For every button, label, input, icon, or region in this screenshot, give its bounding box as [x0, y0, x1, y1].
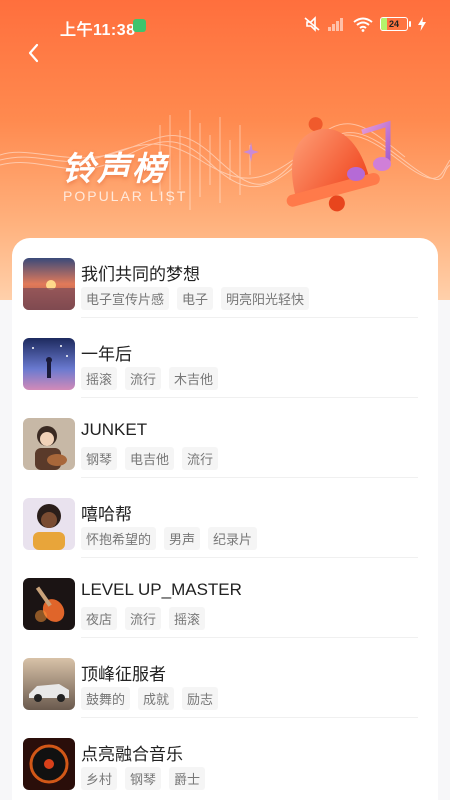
song-title: 嘻哈帮: [81, 505, 132, 524]
battery-fill: [381, 18, 388, 30]
song-title: 顶峰征服者: [81, 665, 166, 684]
song-item[interactable]: 顶峰征服者 鼓舞的 成就 励志: [23, 638, 418, 718]
song-tag: 电吉他: [125, 447, 175, 470]
song-tag: 鼓舞的: [81, 687, 131, 710]
page-subtitle: POPULAR LIST: [63, 188, 188, 204]
song-title: JUNKET: [81, 420, 148, 439]
song-tag: 怀抱希望的: [81, 527, 157, 550]
song-title: LEVEL UP_MASTER: [81, 580, 242, 599]
song-tag: 男声: [164, 527, 201, 550]
sparkle-icon: [243, 142, 259, 162]
song-tags: 乡村 钢琴 爵士: [81, 767, 206, 790]
song-tags: 摇滚 流行 木吉他: [81, 367, 219, 390]
song-tag: 木吉他: [169, 367, 219, 390]
song-tag: 流行: [125, 367, 162, 390]
song-tags: 电子宣传片感 电子 明亮阳光轻快: [81, 287, 310, 310]
back-button[interactable]: [22, 40, 46, 66]
song-cover-image: [23, 658, 75, 710]
mute-icon: [304, 16, 320, 32]
song-tag: 爵士: [169, 767, 206, 790]
song-cover-image: [23, 738, 75, 790]
song-cover-image: [23, 258, 75, 310]
song-tag: 摇滚: [169, 607, 206, 630]
status-icons: 24: [303, 16, 426, 32]
page-title: 铃声榜: [62, 150, 167, 187]
app-notification-icon: [133, 19, 146, 32]
charging-icon: [418, 17, 426, 31]
song-tag: 明亮阳光轻快: [221, 287, 310, 310]
song-tags: 夜店 流行 摇滚: [81, 607, 206, 630]
song-tag: 纪录片: [208, 527, 258, 550]
song-list: 我们共同的梦想 电子宣传片感 电子 明亮阳光轻快 一年后 摇滚 流行 木吉他 J…: [12, 238, 438, 800]
song-cover-image: [23, 578, 75, 630]
song-title: 我们共同的梦想: [81, 265, 200, 284]
song-item[interactable]: LEVEL UP_MASTER 夜店 流行 摇滚: [23, 558, 418, 638]
song-tags: 怀抱希望的 男声 纪录片: [81, 527, 258, 550]
status-time: 上午11:38: [60, 22, 136, 39]
song-item[interactable]: 我们共同的梦想 电子宣传片感 电子 明亮阳光轻快: [23, 238, 418, 318]
song-tag: 成就: [138, 687, 175, 710]
song-title: 一年后: [81, 345, 132, 364]
song-tag: 钢琴: [125, 767, 162, 790]
song-tag: 乡村: [81, 767, 118, 790]
battery-level: 24: [388, 19, 399, 29]
signal-icon: [328, 18, 343, 31]
battery-icon: 24: [380, 17, 411, 31]
song-tag: 流行: [182, 447, 219, 470]
song-tag: 流行: [125, 607, 162, 630]
song-tags: 钢琴 电吉他 流行: [81, 447, 219, 470]
chevron-left-icon: [28, 43, 39, 63]
song-tag: 励志: [182, 687, 219, 710]
song-tags: 鼓舞的 成就 励志: [81, 687, 219, 710]
status-bar: 上午11:38 24: [0, 0, 450, 52]
song-cover-image: [23, 338, 75, 390]
song-item[interactable]: JUNKET 钢琴 电吉他 流行: [23, 398, 418, 478]
song-cover-image: [23, 418, 75, 470]
song-tag: 电子: [177, 287, 214, 310]
song-item[interactable]: 一年后 摇滚 流行 木吉他: [23, 318, 418, 398]
song-item[interactable]: 点亮融合音乐 乡村 钢琴 爵士: [23, 718, 418, 798]
song-item[interactable]: 嘻哈帮 怀抱希望的 男声 纪录片: [23, 478, 418, 558]
song-tag: 夜店: [81, 607, 118, 630]
wifi-icon: [353, 17, 373, 32]
song-cover-image: [23, 498, 75, 550]
song-tag: 钢琴: [81, 447, 118, 470]
song-title: 点亮融合音乐: [81, 745, 183, 764]
song-tag: 摇滚: [81, 367, 118, 390]
bell-icon: [286, 117, 391, 212]
song-tag: 电子宣传片感: [81, 287, 170, 310]
